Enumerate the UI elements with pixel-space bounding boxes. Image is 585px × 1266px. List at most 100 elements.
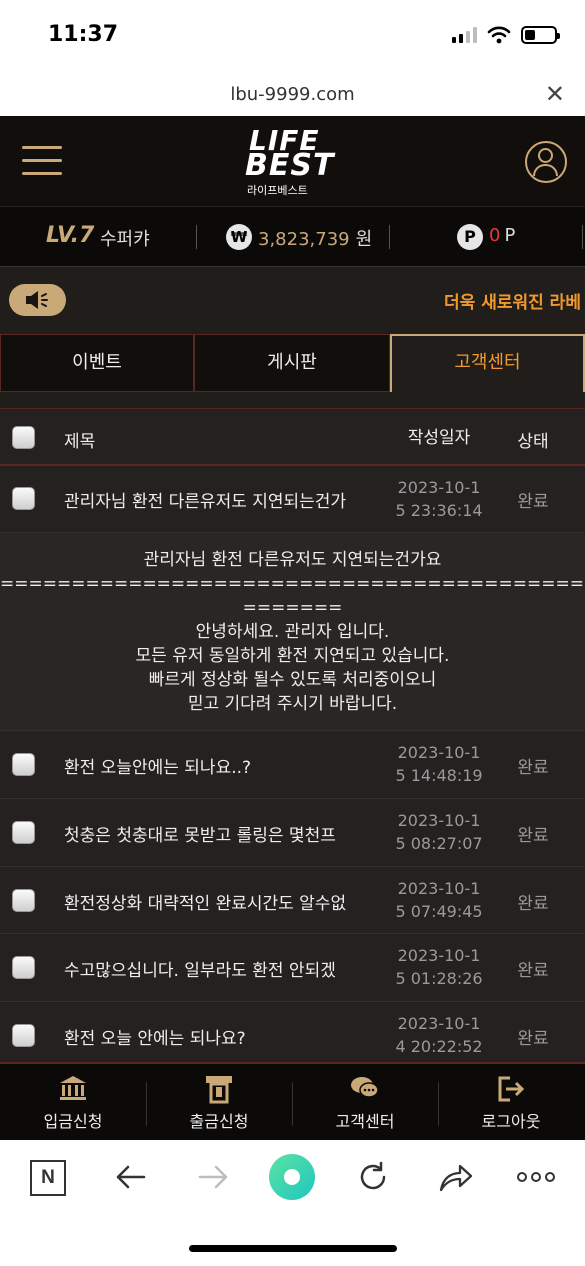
balance-unit: 원 (355, 229, 373, 250)
table-header: 제목 작성일자 상태 (0, 408, 585, 466)
date-line: 2023-10-1 (397, 478, 481, 497)
nav-deposit[interactable]: 입금신청 (0, 1064, 146, 1140)
notice-marquee: 더욱 새로워진 라베 (444, 293, 581, 313)
nav-support-label: 고객센터 (335, 1112, 395, 1131)
browser-toolbar: N (0, 1140, 585, 1266)
row-title[interactable]: 수고많으십니다. 일부라도 환전 안되겠 (64, 956, 336, 981)
won-icon: ₩ (226, 224, 252, 250)
nav-withdraw[interactable]: 출금신청 (146, 1064, 292, 1140)
tab-spacer (0, 392, 585, 408)
answer-line: 모든 유저 동일하게 환전 지연되고 있습니다. (135, 646, 450, 666)
points-unit: P (504, 225, 516, 246)
table-row[interactable]: 첫충은 첫충대로 못받고 롤링은 몇천프 2023-10-1 5 08:27:07… (0, 799, 585, 867)
row-checkbox[interactable] (12, 821, 35, 844)
site-logo[interactable]: LIFE BEST 라이프베스트 (243, 124, 343, 199)
header-status: 상태 (517, 432, 549, 452)
row-checkbox[interactable] (12, 487, 35, 510)
nav-withdraw-label: 출금신청 (189, 1112, 249, 1131)
reload-icon[interactable] (356, 1160, 390, 1194)
user-info-bar: LV.7 수퍼캬 ₩ 3,823,739 원 P 0P (0, 206, 585, 266)
balance-value: 3,823,739 (258, 229, 350, 250)
time-line: 5 14:48:19 (395, 766, 483, 785)
nickname: 수퍼캬 (100, 229, 150, 250)
time-line: 4 20:22:52 (395, 1037, 483, 1056)
answer-line: 안녕하세요. 관리자 입니다. (195, 622, 390, 642)
home-indicator (189, 1245, 397, 1252)
menu-icon[interactable] (22, 146, 62, 176)
table-row[interactable]: 환전 오늘안에는 되나요..? 2023-10-1 5 14:48:19 완료 (0, 731, 585, 799)
points: 0P (489, 225, 515, 246)
time-line: 5 01:28:26 (395, 969, 483, 988)
tab-customer-center[interactable]: 고객센터 (390, 334, 585, 392)
url-text[interactable]: lbu-9999.com (0, 84, 585, 105)
row-title[interactable]: 첫충은 첫충대로 못받고 롤링은 몇천프 (64, 821, 336, 846)
header-date: 작성일자 (407, 428, 471, 448)
row-date: 2023-10-1 5 23:36:14 (394, 476, 484, 522)
answer-separator: ========================================… (0, 574, 585, 594)
battery-icon (521, 26, 560, 44)
row-checkbox[interactable] (12, 889, 35, 912)
row-status: 완료 (517, 1029, 549, 1049)
back-arrow-icon[interactable] (114, 1160, 148, 1194)
logout-icon (498, 1076, 525, 1102)
cellular-signal-icon (452, 27, 477, 43)
divider (582, 225, 583, 249)
table-row[interactable]: 수고많으십니다. 일부라도 환전 안되겠 2023-10-1 5 01:28:26… (0, 934, 585, 1002)
chat-icon (351, 1077, 379, 1098)
header-title: 제목 (64, 432, 96, 452)
bank-icon (60, 1076, 86, 1100)
date-line: 2023-10-1 (397, 946, 481, 965)
row-status: 완료 (517, 758, 549, 778)
row-checkbox[interactable] (12, 1024, 35, 1047)
date-line: 2023-10-1 (397, 743, 481, 762)
balance: 3,823,739 원 (258, 225, 372, 251)
row-checkbox[interactable] (12, 956, 35, 979)
date-line: 2023-10-1 (397, 879, 481, 898)
row-date: 2023-10-1 5 07:49:45 (394, 877, 484, 923)
level-badge: LV.7 (46, 223, 95, 248)
time-line: 5 08:27:07 (395, 834, 483, 853)
nav-support[interactable]: 고객센터 (292, 1064, 438, 1140)
row-status: 완료 (517, 826, 549, 846)
row-title[interactable]: 환전정상화 대략적인 완료시간도 알수없 (64, 889, 346, 914)
nav-logout[interactable]: 로그아웃 (438, 1064, 585, 1140)
select-all-checkbox[interactable] (12, 426, 35, 449)
tab-board[interactable]: 게시판 (194, 334, 390, 392)
row-title[interactable]: 관리자님 환전 다른유저도 지연되는건가 (64, 487, 346, 512)
points-icon: P (457, 224, 483, 250)
speaker-icon[interactable] (9, 284, 66, 316)
table-row[interactable]: 환전 오늘 안에는 되나요? 2023-10-1 4 20:22:52 완료 (0, 1002, 585, 1062)
table-row[interactable]: 관리자님 환전 다른유저도 지연되는건가 2023-10-1 5 23:36:14… (0, 466, 585, 533)
green-dot-button[interactable] (269, 1154, 315, 1200)
wifi-icon (487, 26, 511, 44)
row-status: 완료 (517, 492, 549, 512)
table-row[interactable]: 환전정상화 대략적인 완료시간도 알수없 2023-10-1 5 07:49:45… (0, 867, 585, 934)
n-home-button[interactable]: N (30, 1160, 66, 1196)
bottom-nav: 입금신청 출금신청 고객센터 로그아웃 (0, 1062, 585, 1140)
row-title[interactable]: 환전 오늘안에는 되나요..? (64, 753, 251, 778)
logo-subtitle: 라이프베스트 (247, 184, 308, 197)
row-date: 2023-10-1 5 14:48:19 (394, 741, 484, 787)
user-profile-icon[interactable] (525, 141, 567, 183)
row-date: 2023-10-1 5 01:28:26 (394, 944, 484, 990)
more-icon[interactable] (516, 1160, 556, 1194)
tab-bar: 이벤트 게시판 고객센터 (0, 334, 585, 392)
site-header: LIFE BEST 라이프베스트 (0, 116, 585, 206)
nav-deposit-label: 입금신청 (43, 1112, 103, 1131)
answer-panel: 관리자님 환전 다른유저도 지연되는건가요 ==================… (0, 533, 585, 731)
close-icon[interactable]: ✕ (545, 80, 565, 108)
date-line: 2023-10-1 (397, 1014, 481, 1033)
share-icon[interactable] (438, 1160, 474, 1194)
row-status: 완료 (517, 961, 549, 981)
answer-line: 믿고 기다려 주시기 바랍니다. (187, 694, 398, 714)
row-checkbox[interactable] (12, 753, 35, 776)
date-line: 2023-10-1 (397, 811, 481, 830)
forward-arrow-icon[interactable] (196, 1160, 230, 1194)
row-title[interactable]: 환전 오늘 안에는 되나요? (64, 1024, 246, 1049)
divider (389, 225, 390, 249)
status-icons (452, 26, 560, 44)
url-bar: lbu-9999.com ✕ (0, 72, 585, 116)
inquiry-table: 제목 작성일자 상태 관리자님 환전 다른유저도 지연되는건가 2023-10-… (0, 408, 585, 1062)
tab-events[interactable]: 이벤트 (0, 334, 194, 392)
divider (196, 225, 197, 249)
